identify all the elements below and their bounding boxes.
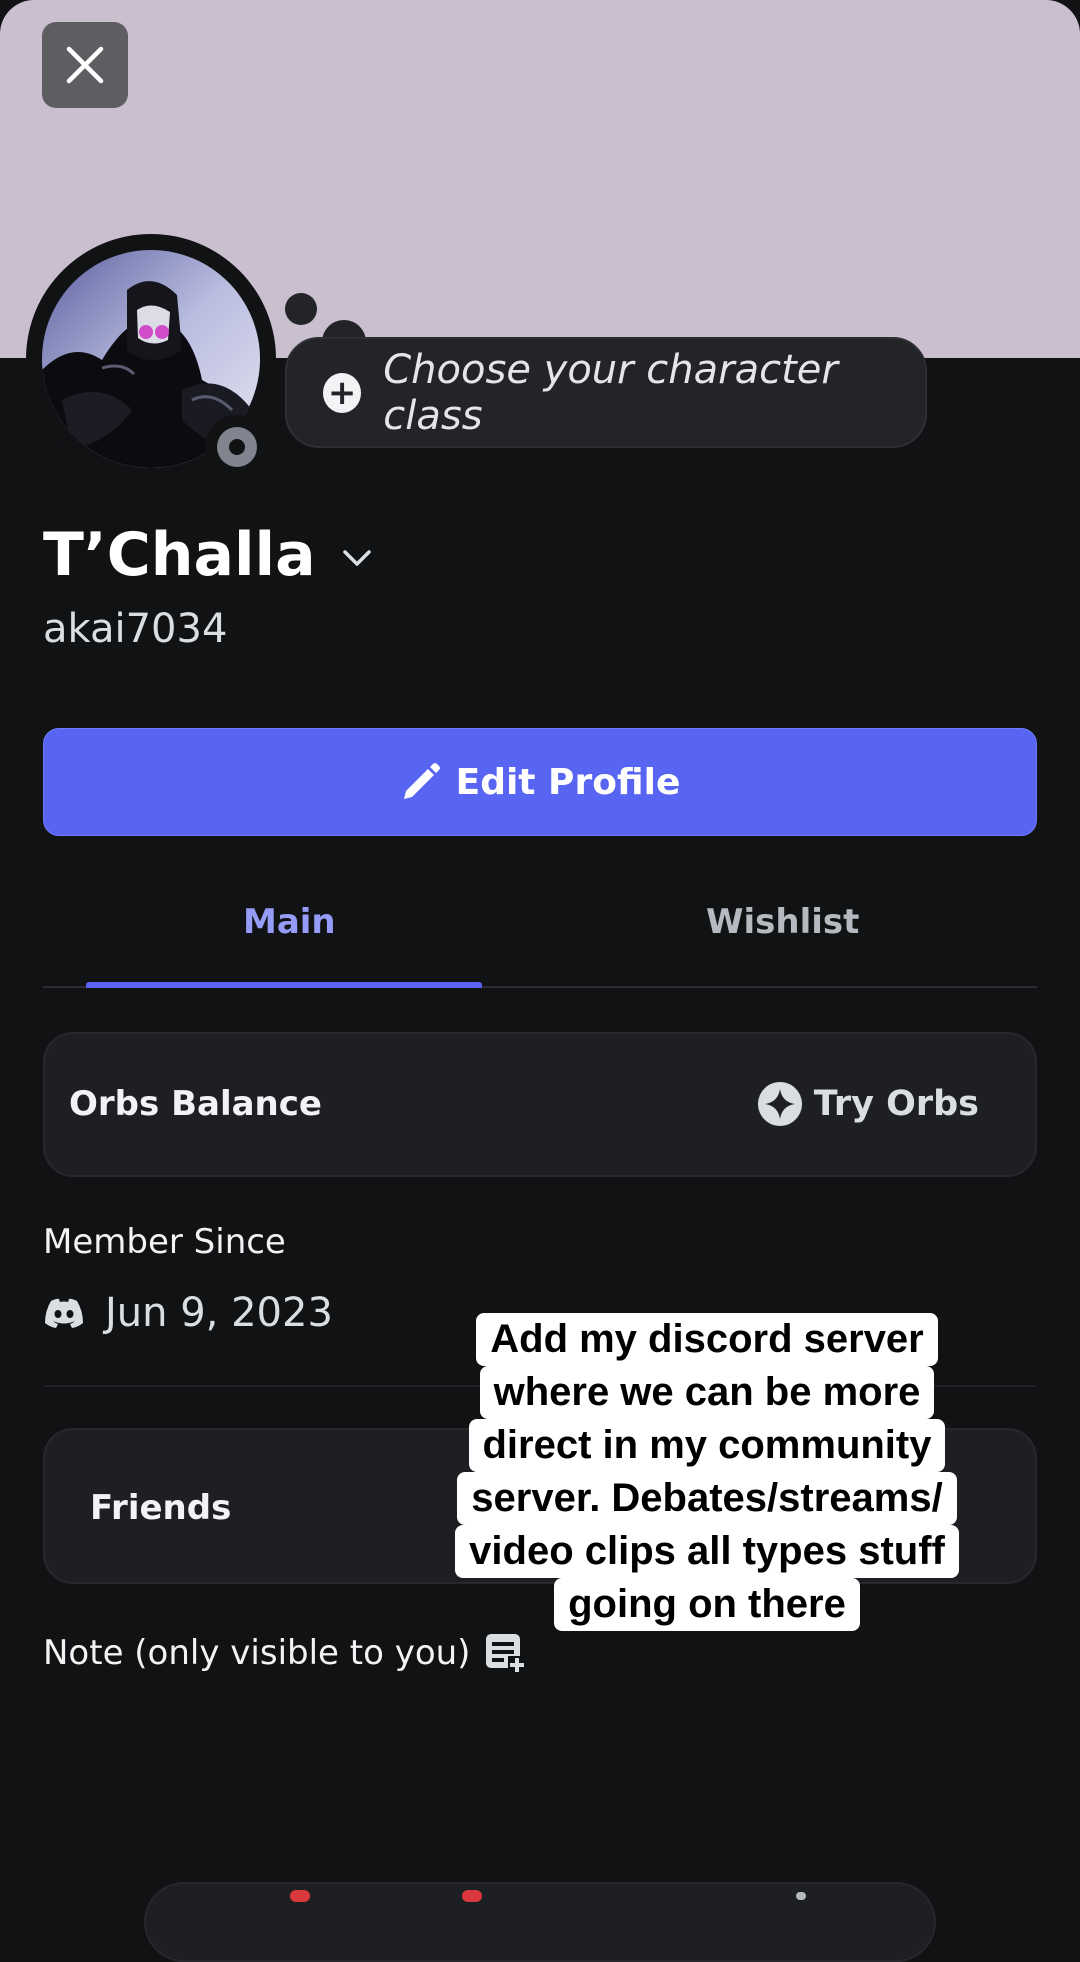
profile-tabs: Main Wishlist [43, 880, 1037, 988]
add-note-icon[interactable] [484, 1632, 528, 1674]
plus-circle-icon: + [323, 372, 362, 413]
username: akai7034 [43, 606, 228, 652]
active-tab-indicator [86, 982, 482, 988]
member-since-label: Member Since [43, 1222, 286, 1262]
try-orbs-button[interactable]: Try Orbs [756, 1080, 979, 1128]
display-name-row[interactable]: T’Challa [43, 520, 372, 590]
try-orbs-label: Try Orbs [813, 1084, 979, 1124]
tab-main[interactable]: Main [243, 902, 336, 942]
edit-profile-button[interactable]: Edit Profile [43, 728, 1037, 836]
caption-line: direct in my community [468, 1419, 946, 1472]
pencil-icon [403, 763, 440, 799]
note-row: Note (only visible to you) [43, 1632, 528, 1674]
caption-line: going on there [554, 1578, 860, 1631]
caption-line: Add my discord server [476, 1313, 938, 1366]
orbs-balance-title: Orbs Balance [69, 1084, 322, 1124]
display-name: T’Challa [43, 520, 316, 590]
close-button[interactable] [42, 22, 128, 108]
status-indicator [205, 415, 269, 479]
member-since-row: Jun 9, 2023 [43, 1290, 333, 1336]
chevron-down-icon [342, 550, 371, 566]
orb-icon [757, 1082, 802, 1126]
notification-dot [462, 1890, 482, 1902]
discord-icon [45, 1298, 83, 1328]
orbs-balance-card: Orbs Balance Try Orbs [43, 1032, 1037, 1177]
character-class-label: Choose your character class [383, 346, 838, 439]
caption-line: video clips all types stuff [455, 1525, 959, 1578]
bottom-action-bar[interactable] [144, 1882, 936, 1962]
caption-overlay: Add my discord server where we can be mo… [432, 1313, 982, 1631]
thought-bubble-dot [285, 293, 317, 325]
notification-dot [290, 1890, 310, 1902]
close-icon [66, 46, 104, 84]
friends-title: Friends [90, 1488, 232, 1528]
caption-line: where we can be more [479, 1366, 935, 1419]
caption-line: server. Debates/streams/ [457, 1472, 957, 1525]
character-class-button[interactable]: + Choose your character class [285, 337, 927, 448]
bar-icon-tip [796, 1892, 806, 1900]
note-label: Note (only visible to you) [43, 1633, 471, 1673]
member-since-date: Jun 9, 2023 [105, 1290, 333, 1336]
edit-profile-label: Edit Profile [455, 761, 681, 803]
tab-wishlist[interactable]: Wishlist [706, 902, 859, 942]
